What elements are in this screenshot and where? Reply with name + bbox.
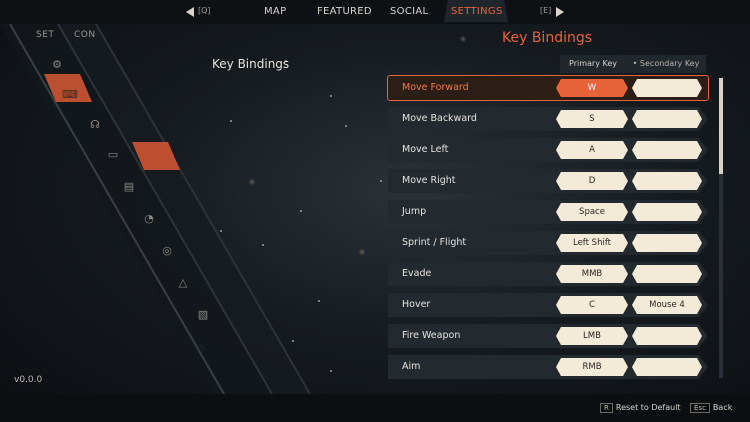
- scrollbar[interactable]: [719, 78, 723, 378]
- secondary-key-slot[interactable]: [632, 203, 702, 221]
- back-keycap: Esc: [690, 403, 710, 413]
- accessibility-icon[interactable]: ◎: [160, 244, 174, 258]
- primary-key-slot[interactable]: MMB: [556, 265, 628, 283]
- bottom-hint-bar: R Reset to Default Esc Back: [0, 394, 750, 422]
- binding-action-label: Move Forward: [402, 82, 469, 93]
- display-icon[interactable]: ▤: [122, 180, 136, 194]
- tab-settings[interactable]: SETTINGS: [451, 6, 503, 17]
- secondary-key-slot[interactable]: [632, 265, 702, 283]
- top-navigation-bar: [Q] MAP FEATURED SOCIAL SETTINGS [E]: [0, 0, 750, 24]
- back-button[interactable]: Esc Back: [690, 403, 732, 413]
- binding-action-label: Move Left: [402, 144, 449, 155]
- secondary-key-slot[interactable]: [632, 358, 702, 376]
- binding-row[interactable]: Hover C Mouse 4: [388, 293, 708, 317]
- secondary-key-slot[interactable]: [632, 327, 702, 345]
- tab-featured[interactable]: FEATURED: [317, 6, 372, 17]
- side-tab-controls[interactable]: CON: [74, 30, 96, 40]
- binding-row[interactable]: Fire Weapon LMB: [388, 324, 708, 348]
- primary-key-slot[interactable]: Left Shift: [556, 234, 628, 252]
- chat-icon[interactable]: ◔: [142, 212, 156, 226]
- binding-row[interactable]: Sprint / Flight Left Shift: [388, 231, 708, 255]
- primary-key-slot[interactable]: RMB: [556, 358, 628, 376]
- primary-key-slot[interactable]: LMB: [556, 327, 628, 345]
- binding-row[interactable]: Evade MMB: [388, 262, 708, 286]
- section-title: Key Bindings: [212, 57, 290, 71]
- tab-map[interactable]: MAP: [264, 6, 286, 17]
- settings-category-rail: [0, 24, 310, 394]
- gear-icon[interactable]: ⚙: [50, 58, 64, 72]
- scrollbar-thumb[interactable]: [719, 78, 723, 174]
- binding-row[interactable]: Move Backward S: [388, 107, 708, 131]
- version-label: v0.0.0: [14, 375, 43, 385]
- keyboard-icon[interactable]: ⌨: [62, 88, 78, 102]
- binding-action-label: Evade: [402, 268, 432, 279]
- tab-social[interactable]: SOCIAL: [390, 6, 428, 17]
- primary-key-header: Primary Key: [560, 55, 626, 73]
- secondary-key-slot[interactable]: [632, 141, 702, 159]
- secondary-key-slot[interactable]: [632, 172, 702, 190]
- binding-action-label: Move Right: [402, 175, 456, 186]
- primary-key-slot[interactable]: Space: [556, 203, 628, 221]
- reset-keycap: R: [600, 403, 613, 413]
- reset-label: Reset to Default: [615, 403, 681, 412]
- binding-row[interactable]: Move Right D: [388, 169, 708, 193]
- secondary-key-slot[interactable]: [632, 234, 702, 252]
- secondary-key-slot[interactable]: Mouse 4: [632, 296, 702, 314]
- binding-row[interactable]: Move Left A: [388, 138, 708, 162]
- secondary-key-header: • Secondary Key: [626, 55, 706, 73]
- primary-key-slot[interactable]: W: [556, 79, 628, 97]
- binding-action-label: Aim: [402, 361, 421, 372]
- next-tab-arrow-icon[interactable]: [556, 7, 564, 17]
- binding-action-label: Move Backward: [402, 113, 477, 124]
- warning-icon[interactable]: △: [176, 276, 190, 290]
- binding-action-label: Fire Weapon: [402, 330, 461, 341]
- primary-key-slot[interactable]: C: [556, 296, 628, 314]
- panel-title: Key Bindings: [502, 30, 593, 46]
- monitor-icon[interactable]: ▭: [106, 148, 120, 162]
- binding-action-label: Jump: [402, 206, 427, 217]
- binding-row[interactable]: Jump Space: [388, 200, 708, 224]
- binding-row[interactable]: Move Forward W: [387, 75, 709, 101]
- binding-row[interactable]: Aim RMB: [388, 355, 708, 379]
- side-tab-settings[interactable]: SET: [36, 30, 54, 40]
- back-label: Back: [712, 403, 733, 412]
- primary-key-slot[interactable]: S: [556, 110, 628, 128]
- prev-tab-arrow-icon[interactable]: [186, 7, 194, 17]
- binding-action-label: Hover: [402, 299, 431, 310]
- headset-icon[interactable]: ☊: [88, 118, 102, 132]
- binding-action-label: Sprint / Flight: [402, 237, 467, 248]
- secondary-key-slot[interactable]: [632, 79, 702, 97]
- next-tab-keycap: [E]: [540, 6, 552, 15]
- primary-key-slot[interactable]: D: [556, 172, 628, 190]
- secondary-key-slot[interactable]: [632, 110, 702, 128]
- document-icon[interactable]: ▧: [196, 308, 210, 322]
- prev-tab-keycap: [Q]: [198, 6, 211, 15]
- primary-key-slot[interactable]: A: [556, 141, 628, 159]
- reset-to-default-button[interactable]: R Reset to Default: [600, 403, 681, 413]
